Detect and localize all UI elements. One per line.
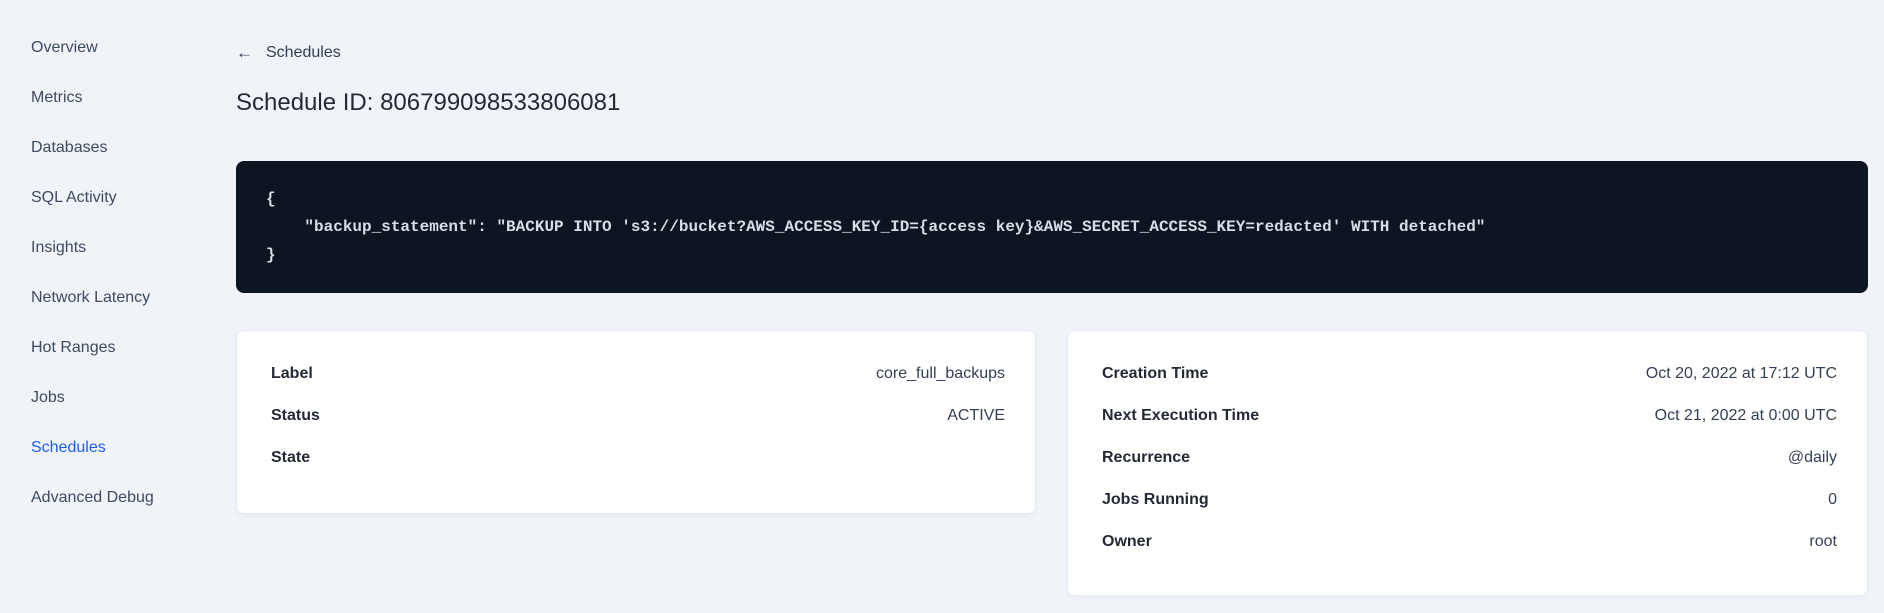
detail-row-state: State (271, 437, 1005, 479)
code-line: { (266, 190, 276, 208)
code-line: } (266, 246, 276, 264)
row-value: root (1809, 533, 1837, 550)
schedule-timing-card: Creation Time Oct 20, 2022 at 17:12 UTC … (1067, 330, 1868, 596)
back-to-schedules-link[interactable]: ← Schedules (236, 44, 341, 61)
code-line: "backup_statement": "BACKUP INTO 's3://b… (266, 218, 1486, 236)
sidebar-item-insights[interactable]: Insights (0, 223, 200, 273)
row-value: core_full_backups (876, 365, 1005, 382)
row-value: @daily (1787, 449, 1837, 466)
row-label: Jobs Running (1102, 491, 1209, 508)
sidebar-item-databases[interactable]: Databases (0, 123, 200, 173)
row-value: Oct 20, 2022 at 17:12 UTC (1645, 365, 1837, 382)
row-value: ACTIVE (947, 407, 1005, 424)
timing-row-owner: Owner root (1102, 521, 1837, 563)
sidebar-item-schedules[interactable]: Schedules (0, 423, 200, 473)
sidebar-item-hot-ranges[interactable]: Hot Ranges (0, 323, 200, 373)
row-label: Creation Time (1102, 365, 1209, 382)
row-label: State (271, 449, 311, 466)
sidebar-item-network-latency[interactable]: Network Latency (0, 273, 200, 323)
sidebar-item-jobs[interactable]: Jobs (0, 373, 200, 423)
detail-row-label: Label core_full_backups (271, 353, 1005, 395)
timing-row-creation-time: Creation Time Oct 20, 2022 at 17:12 UTC (1102, 353, 1837, 395)
row-label: Owner (1102, 533, 1152, 550)
sidebar-item-advanced-debug[interactable]: Advanced Debug (0, 473, 200, 523)
row-label: Recurrence (1102, 449, 1191, 466)
timing-row-jobs-running: Jobs Running 0 (1102, 479, 1837, 521)
row-label: Label (271, 365, 313, 382)
backup-statement-code-block: { "backup_statement": "BACKUP INTO 's3:/… (236, 161, 1868, 293)
back-arrow-icon: ← (236, 43, 253, 62)
back-link-label: Schedules (266, 44, 341, 61)
timing-row-next-execution: Next Execution Time Oct 21, 2022 at 0:00… (1102, 395, 1837, 437)
sidebar-nav: Overview Metrics Databases SQL Activity … (0, 23, 200, 523)
row-value: Oct 21, 2022 at 0:00 UTC (1654, 407, 1837, 424)
row-label: Status (271, 407, 320, 424)
detail-row-status: Status ACTIVE (271, 395, 1005, 437)
summary-cards-row: Label core_full_backups Status ACTIVE St… (236, 330, 1868, 596)
sidebar-item-metrics[interactable]: Metrics (0, 73, 200, 123)
timing-row-recurrence: Recurrence @daily (1102, 437, 1837, 479)
row-value: 0 (1828, 491, 1837, 508)
main-content: ← Schedules Schedule ID: 806799098533806… (200, 0, 1884, 596)
row-label: Next Execution Time (1102, 407, 1260, 424)
page-title: Schedule ID: 806799098533806081 (236, 89, 621, 116)
sidebar-item-overview[interactable]: Overview (0, 23, 200, 73)
sidebar-item-sql-activity[interactable]: SQL Activity (0, 173, 200, 223)
schedule-details-card: Label core_full_backups Status ACTIVE St… (236, 330, 1036, 514)
